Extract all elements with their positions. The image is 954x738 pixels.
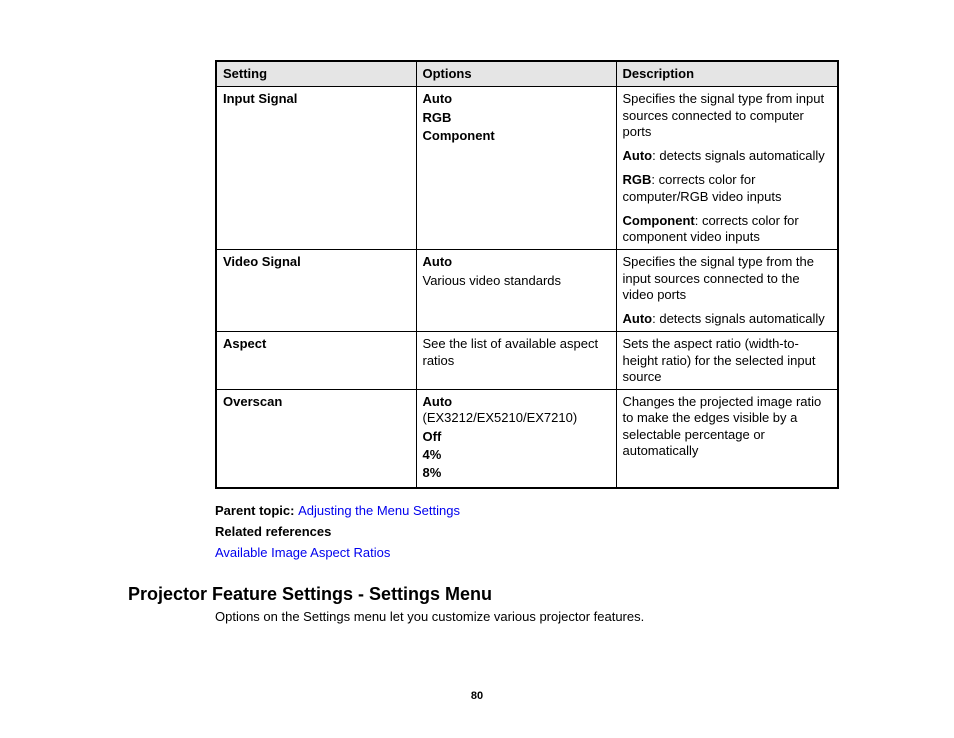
description-cell: Sets the aspect ratio (width-to-height r…	[616, 332, 838, 390]
header-options: Options	[416, 61, 616, 87]
setting-name: Video Signal	[223, 254, 301, 269]
description-cell: Specifies the signal type from the input…	[616, 250, 838, 332]
setting-name: Overscan	[223, 394, 282, 409]
parent-topic-block: Parent topic: Adjusting the Menu Setting…	[215, 501, 839, 563]
settings-table: Setting Options Description Input Signal…	[215, 60, 839, 489]
setting-name: Aspect	[223, 336, 266, 351]
setting-name: Input Signal	[223, 91, 297, 106]
options-cell: See the list of available aspect ratios	[416, 332, 616, 390]
parent-topic-label: Parent topic:	[215, 503, 298, 518]
description-cell: Specifies the signal type from input sou…	[616, 87, 838, 250]
related-reference-link[interactable]: Available Image Aspect Ratios	[215, 545, 390, 560]
table-header-row: Setting Options Description	[216, 61, 838, 87]
page-number: 80	[0, 690, 954, 702]
options-cell: Auto Various video standards	[416, 250, 616, 332]
table-row: Input Signal Auto RGB Component Specifie…	[216, 87, 838, 250]
section-heading: Projector Feature Settings - Settings Me…	[128, 584, 839, 605]
header-setting: Setting	[216, 61, 416, 87]
header-description: Description	[616, 61, 838, 87]
section-description: Options on the Settings menu let you cus…	[128, 609, 839, 624]
description-cell: Changes the projected image ratio to mak…	[616, 390, 838, 489]
table-row: Aspect See the list of available aspect …	[216, 332, 838, 390]
options-cell: Auto (EX3212/EX5210/EX7210) Off 4% 8%	[416, 390, 616, 489]
options-cell: Auto RGB Component	[416, 87, 616, 250]
table-row: Video Signal Auto Various video standard…	[216, 250, 838, 332]
related-references-label: Related references	[215, 524, 331, 539]
table-row: Overscan Auto (EX3212/EX5210/EX7210) Off…	[216, 390, 838, 489]
parent-topic-link[interactable]: Adjusting the Menu Settings	[298, 503, 460, 518]
